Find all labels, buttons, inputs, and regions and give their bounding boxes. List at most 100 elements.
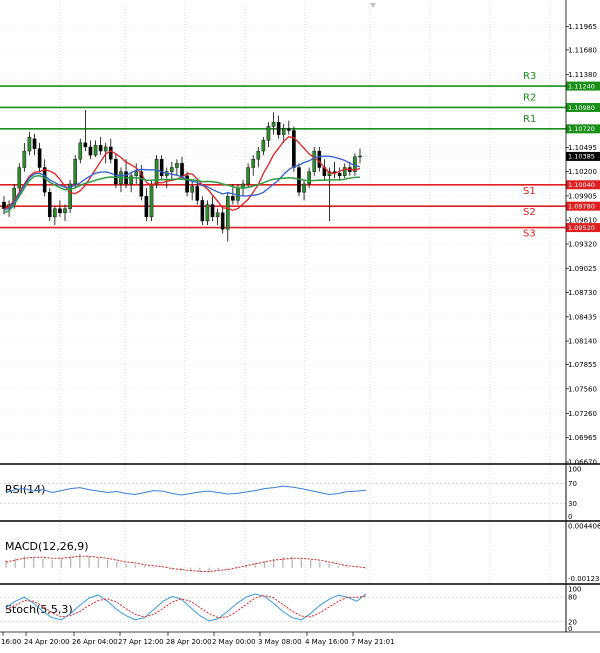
candle-bull — [266, 126, 271, 141]
candle-bull — [93, 145, 98, 156]
candle-bull — [261, 140, 266, 152]
support-resistance-lines: R3 R2 R1 S1 S2 S3 — [0, 71, 566, 240]
candle-bull — [129, 175, 133, 185]
candle-bear — [58, 208, 62, 213]
candle-bull — [271, 122, 276, 127]
chart-frame — [0, 0, 600, 633]
x-tick-label: 2 May 00:00 — [212, 638, 256, 646]
candle-bear — [37, 148, 42, 168]
candle-bear — [195, 186, 200, 201]
candle-bear — [83, 142, 88, 148]
main-price-grid — [0, 3, 566, 585]
y-tick-label: 1.06965 — [568, 434, 597, 442]
time-axis: 16:00 24 Apr 20:00 26 Apr 04:00 27 Apr 12:0… — [1, 632, 395, 646]
x-tick-label: 16:00 — [1, 638, 21, 646]
x-tick-label: 4 May 16:00 — [305, 638, 349, 646]
x-tick-label: 26 Apr 04:00 — [72, 638, 118, 646]
current-price-label: 1.10385 — [568, 153, 595, 161]
indicator-tick-label: 0.004406 — [568, 522, 600, 530]
candle-bear — [220, 212, 225, 230]
candle-bull — [103, 146, 108, 152]
y-tick-label: 1.07260 — [568, 410, 597, 418]
level-badge-label: 1.09520 — [568, 224, 595, 232]
level-name-r2: R2 — [523, 92, 536, 103]
level-badge-label: 1.09780 — [568, 202, 595, 210]
y-tick-label: 1.10200 — [568, 168, 597, 176]
candle-bear — [159, 159, 164, 176]
candle-bear — [200, 200, 205, 222]
ma-slow-line — [3, 174, 361, 214]
candle-bull — [307, 171, 311, 185]
x-tick-label: 24 Apr 20:00 — [24, 638, 70, 646]
y-tick-label: 1.11680 — [568, 46, 597, 54]
indicator-tick-label: 100 — [568, 586, 581, 594]
candle-bull — [22, 150, 27, 168]
macd-signal-line — [5, 555, 367, 572]
rsi-line — [5, 485, 367, 496]
y-tick-label: 1.09025 — [568, 265, 597, 273]
level-badge-label: 1.11240 — [568, 82, 595, 90]
candle-bull — [149, 183, 154, 218]
candle-bear — [210, 204, 215, 218]
candle-bull — [256, 150, 261, 160]
candle-bull — [225, 196, 230, 230]
indicator-tick-label: 30 — [568, 500, 577, 508]
candle-bull — [63, 208, 67, 213]
indicator-tick-label: 80 — [568, 594, 577, 602]
candle-bear — [317, 150, 322, 168]
y-tick-label: 1.09905 — [568, 192, 597, 200]
candle-bull — [73, 159, 77, 185]
candle-bull — [358, 155, 362, 158]
candle-bear — [144, 196, 149, 218]
level-name-s2: S2 — [523, 207, 536, 218]
candle-bear — [180, 163, 184, 176]
candle-bear — [114, 159, 118, 185]
chart-shift-marker — [370, 3, 376, 8]
candle-bear — [231, 196, 235, 201]
candle-bear — [337, 173, 342, 176]
level-badge-label: 1.10720 — [568, 125, 595, 133]
x-tick-label: 27 Apr 12:00 — [118, 638, 164, 646]
candle-bull — [175, 163, 179, 168]
x-tick-label: 3 May 08:00 — [258, 638, 302, 646]
level-price-badges: 1.11240 1.10980 1.10720 1.10040 1.09780 1.095… — [566, 81, 600, 233]
candle-bear — [287, 128, 291, 131]
candle-bull — [134, 171, 139, 176]
y-tick-label: 1.09320 — [568, 241, 597, 249]
y-tick-label: 1.08435 — [568, 313, 597, 321]
candle-bear — [47, 191, 52, 218]
candle-bull — [170, 167, 174, 172]
y-tick-label: 1.11380 — [568, 71, 597, 79]
y-tick-label: 1.11965 — [568, 23, 597, 31]
level-name-s3: S3 — [523, 229, 536, 240]
candle-bull — [205, 204, 210, 222]
x-tick-label: 28 Apr 20:00 — [166, 638, 212, 646]
candle-bear — [185, 175, 189, 193]
candle-bull — [53, 208, 57, 218]
candle-bear — [292, 130, 296, 168]
indicator-tick-label: 0 — [568, 513, 572, 521]
y-tick-label: 1.08140 — [568, 338, 597, 346]
y-tick-label: 1.08730 — [568, 289, 597, 297]
candle-bull — [17, 167, 22, 189]
forex-chart: R3 R2 R1 S1 S2 S3 1.11965 1.11680 1.11380 1.1124… — [0, 0, 600, 646]
candle-bull — [78, 142, 83, 160]
level-name-r1: R1 — [523, 114, 536, 125]
candle-bear — [98, 145, 103, 152]
candle-bull — [215, 212, 220, 218]
level-name-s1: S1 — [523, 186, 536, 197]
indicator-label: Stoch(5,5,3) — [5, 603, 73, 616]
x-tick-label: 7 May 21:01 — [351, 638, 395, 646]
candle-bull — [246, 167, 250, 185]
candle-bull — [251, 159, 256, 168]
level-badge-label: 1.10040 — [568, 181, 595, 189]
rsi-panel: RSI(14) 100 70 30 0 — [0, 463, 600, 521]
candle-bull — [190, 186, 194, 193]
y-tick-label: 1.10495 — [568, 144, 597, 152]
candle-bull — [27, 136, 32, 152]
indicator-tick-label: -0.001237 — [568, 575, 600, 583]
candle-bull — [302, 183, 306, 193]
candle-bear — [276, 122, 281, 135]
candle-bear — [88, 146, 93, 156]
level-name-r3: R3 — [523, 71, 536, 82]
